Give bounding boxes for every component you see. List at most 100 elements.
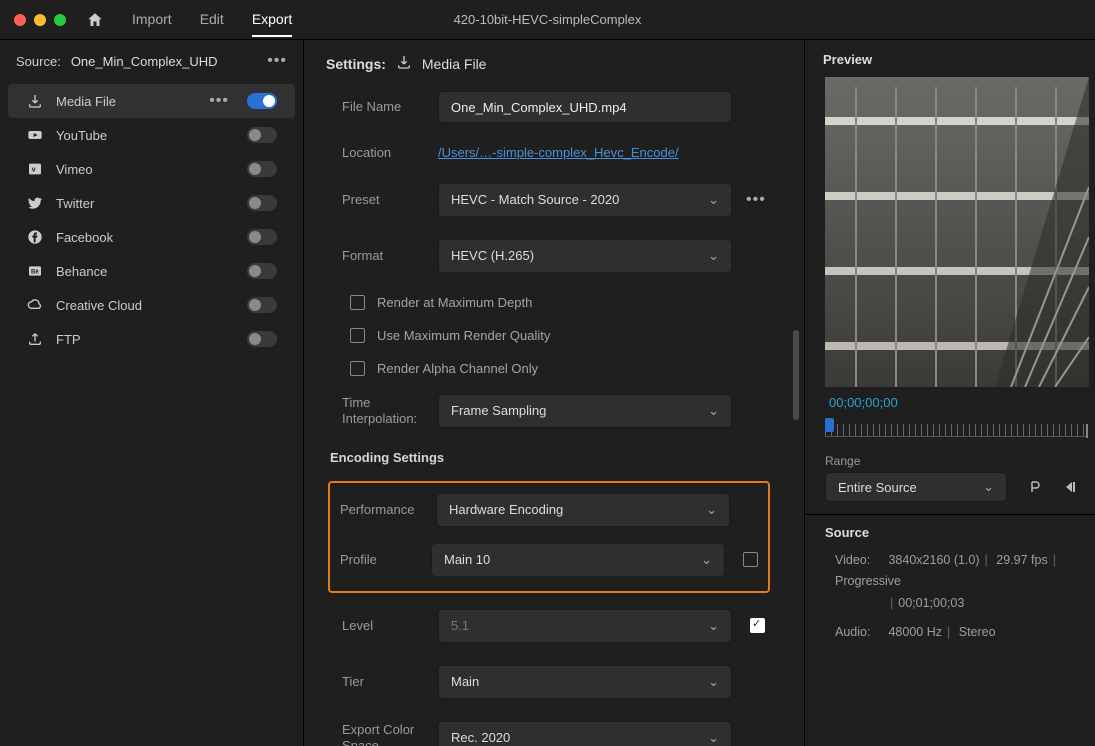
mark-in-button[interactable] — [1025, 478, 1043, 496]
dest-toggle-ftp[interactable] — [247, 331, 277, 347]
youtube-icon — [26, 126, 44, 144]
time-interp-value: Frame Sampling — [451, 403, 546, 418]
facebook-icon — [26, 228, 44, 246]
dest-vimeo[interactable]: v Vimeo — [8, 152, 295, 186]
dest-label: Vimeo — [56, 162, 235, 177]
alpha-only-checkbox[interactable] — [350, 361, 365, 376]
tab-import[interactable]: Import — [132, 3, 172, 37]
dest-twitter[interactable]: Twitter — [8, 186, 295, 220]
window-close-button[interactable] — [14, 14, 26, 26]
source-meta-header: Source — [805, 525, 1095, 550]
svg-text:Bē: Bē — [31, 270, 39, 276]
time-interp-label: Time Interpolation: — [342, 395, 438, 426]
preset-select[interactable]: HEVC - Match Source - 2020 ⌄ — [438, 183, 732, 217]
dest-toggle-facebook[interactable] — [247, 229, 277, 245]
time-interp-select[interactable]: Frame Sampling ⌄ — [438, 394, 732, 428]
profile-select[interactable]: Main 10⌄ — [431, 543, 725, 577]
source-name: One_Min_Complex_UHD — [71, 54, 218, 69]
dest-ftp[interactable]: FTP — [8, 322, 295, 356]
profile-auto-checkbox[interactable] — [743, 552, 758, 567]
chevron-down-icon: ⌄ — [708, 403, 719, 419]
mark-out-button[interactable] — [1061, 478, 1079, 496]
timeline-playhead[interactable] — [825, 418, 834, 432]
video-scan: Progressive — [835, 574, 901, 588]
creative-cloud-icon — [26, 296, 44, 314]
encoding-settings-title: Encoding Settings — [330, 450, 774, 465]
preview-timeline[interactable] — [825, 418, 1087, 444]
level-select: 5.1 ⌄ — [438, 609, 732, 643]
format-value: HEVC (H.265) — [451, 248, 534, 263]
dest-toggle-vimeo[interactable] — [247, 161, 277, 177]
performance-select[interactable]: Hardware Encoding⌄ — [436, 493, 730, 527]
preview-image — [825, 77, 1089, 387]
timeline-ticks — [825, 424, 1087, 436]
tier-value: Main — [451, 674, 479, 689]
performance-value: Hardware Encoding — [449, 502, 563, 517]
alpha-only-label: Render Alpha Channel Only — [377, 361, 538, 376]
chevron-down-icon: ⌄ — [708, 674, 719, 690]
window-minimize-button[interactable] — [34, 14, 46, 26]
preview-viewport[interactable] — [825, 77, 1089, 387]
range-select[interactable]: Entire Source⌄ — [825, 472, 1007, 502]
video-label: Video: — [835, 550, 885, 571]
dest-toggle-twitter[interactable] — [247, 195, 277, 211]
video-dur: 00;01;00;03 — [898, 596, 964, 610]
profile-value: Main 10 — [444, 552, 490, 567]
dest-creative-cloud[interactable]: Creative Cloud — [8, 288, 295, 322]
home-button[interactable] — [84, 9, 106, 31]
preview-timecode[interactable]: 00;00;00;00 — [829, 395, 1095, 410]
max-quality-checkbox[interactable] — [350, 328, 365, 343]
max-depth-label: Render at Maximum Depth — [377, 295, 532, 310]
chevron-down-icon: ⌄ — [708, 618, 719, 634]
settings-header-file: Media File — [422, 56, 487, 72]
format-select[interactable]: HEVC (H.265) ⌄ — [438, 239, 732, 273]
source-more-button[interactable]: ••• — [267, 52, 287, 70]
file-name-input[interactable] — [438, 91, 732, 123]
colorspace-value: Rec. 2020 — [451, 730, 510, 745]
performance-label: Performance — [340, 502, 436, 518]
chevron-down-icon: ⌄ — [708, 192, 719, 208]
dest-toggle-behance[interactable] — [247, 263, 277, 279]
settings-scrollbar[interactable] — [793, 330, 799, 420]
source-label: Source: — [16, 54, 61, 69]
profile-label: Profile — [340, 552, 431, 568]
level-value: 5.1 — [451, 618, 469, 633]
settings-panel: Settings: Media File File Name Location … — [304, 40, 805, 746]
level-auto-checkbox[interactable] — [750, 618, 765, 633]
level-label: Level — [342, 618, 438, 634]
max-quality-label: Use Maximum Render Quality — [377, 328, 550, 343]
tab-edit[interactable]: Edit — [200, 3, 224, 37]
audio-rate: 48000 Hz — [888, 625, 942, 639]
chevron-down-icon: ⌄ — [708, 248, 719, 264]
dest-label: FTP — [56, 332, 235, 347]
dest-youtube[interactable]: YouTube — [8, 118, 295, 152]
max-depth-checkbox[interactable] — [350, 295, 365, 310]
dest-more-button[interactable]: ••• — [209, 92, 229, 110]
colorspace-select[interactable]: Rec. 2020⌄ — [438, 721, 732, 746]
dest-label: YouTube — [56, 128, 235, 143]
encoding-highlight-box: Performance Hardware Encoding⌄ Profile M… — [328, 481, 770, 593]
export-icon — [26, 92, 44, 110]
video-fps: 29.97 fps — [996, 553, 1047, 567]
location-label: Location — [342, 145, 438, 161]
source-meta: Video: 3840x2160 (1.0)| 29.97 fps| Progr… — [805, 550, 1095, 643]
dest-facebook[interactable]: Facebook — [8, 220, 295, 254]
dest-behance[interactable]: Bē Behance — [8, 254, 295, 288]
preset-value: HEVC - Match Source - 2020 — [451, 192, 619, 207]
range-label: Range — [825, 454, 1095, 468]
tier-select[interactable]: Main ⌄ — [438, 665, 732, 699]
location-link[interactable]: /Users/…-simple-complex_Hevc_Encode/ — [438, 145, 679, 160]
tab-export[interactable]: Export — [252, 3, 292, 37]
dest-toggle-youtube[interactable] — [247, 127, 277, 143]
preview-header: Preview — [805, 52, 1095, 77]
export-icon — [396, 54, 412, 73]
home-icon — [86, 11, 104, 29]
dest-toggle-media-file[interactable] — [247, 93, 277, 109]
dest-media-file[interactable]: Media File ••• — [8, 84, 295, 118]
preset-label: Preset — [342, 192, 438, 208]
dest-toggle-creative-cloud[interactable] — [247, 297, 277, 313]
window-zoom-button[interactable] — [54, 14, 66, 26]
video-res: 3840x2160 (1.0) — [888, 553, 979, 567]
ftp-icon — [26, 330, 44, 348]
preset-more-button[interactable]: ••• — [746, 191, 766, 209]
